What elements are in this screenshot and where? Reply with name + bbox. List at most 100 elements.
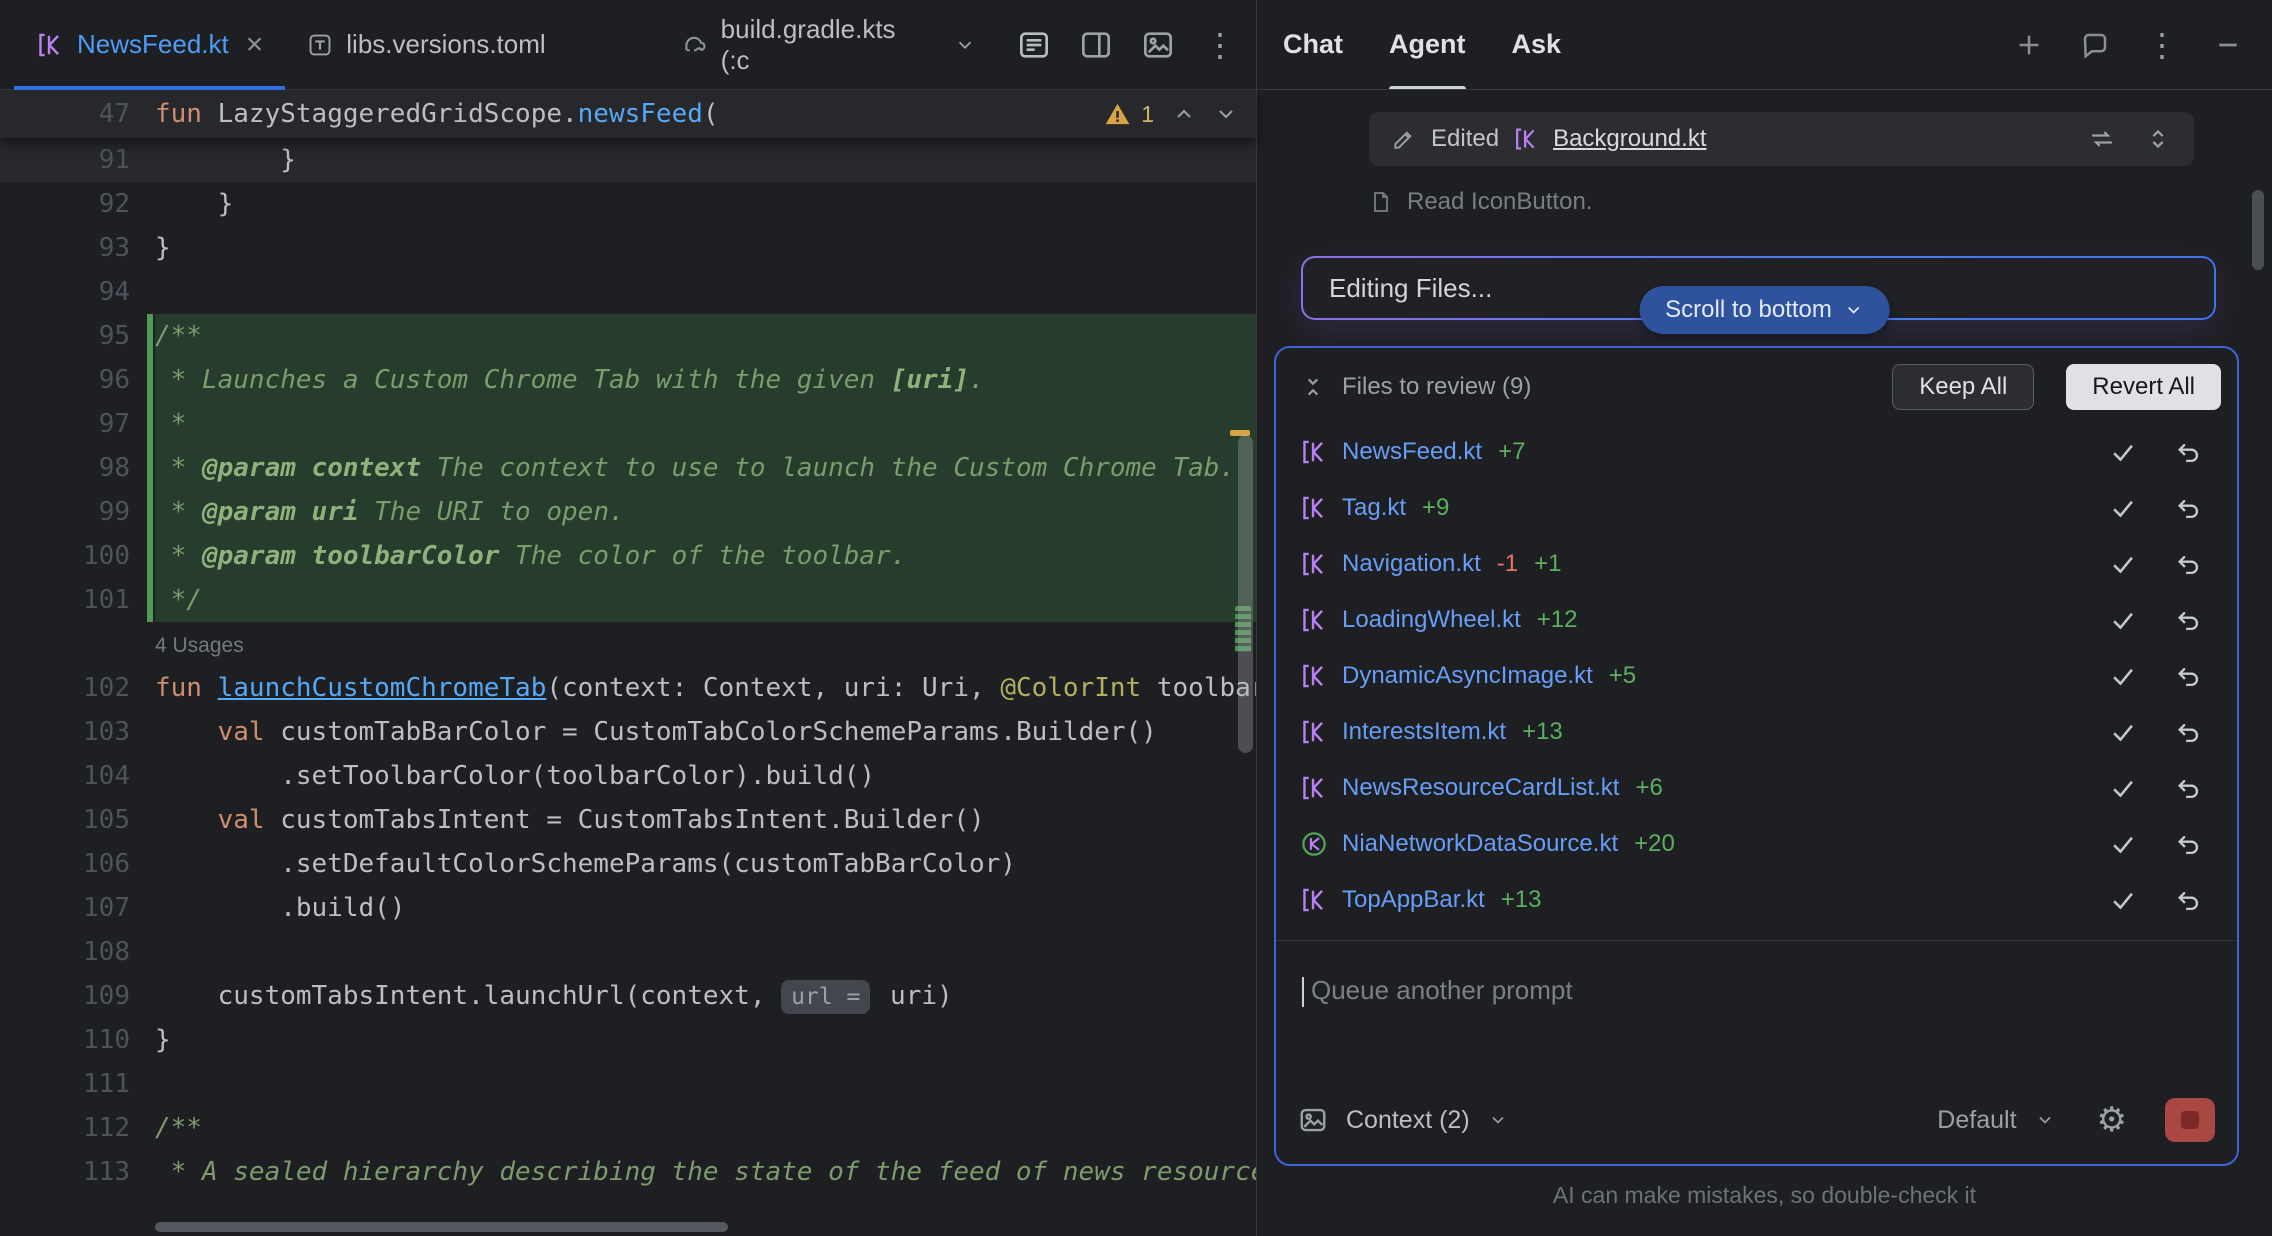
next-warning-chevron-down-icon[interactable] [1214, 102, 1238, 126]
keep-all-button[interactable]: Keep All [1892, 364, 2034, 410]
code-line[interactable]: 93} [0, 226, 1256, 270]
split-editor-icon[interactable] [1080, 29, 1112, 61]
gear-icon[interactable]: ⚙ [2097, 1103, 2127, 1137]
accept-file-check-icon[interactable] [2109, 606, 2137, 634]
code-line[interactable]: 111 [0, 1062, 1256, 1106]
code-line[interactable]: 96 * Launches a Custom Chrome Tab with t… [0, 358, 1256, 402]
file-review-row[interactable]: Navigation.kt-1+1 [1276, 536, 2237, 592]
chevron-down-icon[interactable] [954, 34, 976, 56]
code-line[interactable]: 113 * A sealed hierarchy describing the … [0, 1150, 1256, 1194]
tab-newsfeed[interactable]: NewsFeed.kt × [14, 0, 285, 89]
code-line[interactable]: 112/** [0, 1106, 1256, 1150]
code-line[interactable]: 101 */ [0, 578, 1256, 622]
file-review-row[interactable]: TopAppBar.kt+13 [1276, 872, 2237, 928]
code-line[interactable]: 106 .setDefaultColorSchemeParams(customT… [0, 842, 1256, 886]
hide-panel-icon[interactable] [2214, 31, 2242, 59]
file-name-link[interactable]: NewsFeed.kt [1342, 438, 1482, 466]
accept-file-check-icon[interactable] [2109, 886, 2137, 914]
editor-vertical-scrollbar[interactable] [1238, 435, 1253, 753]
accept-file-check-icon[interactable] [2109, 718, 2137, 746]
tab-libs-versions[interactable]: libs.versions.toml [285, 0, 567, 89]
revert-all-button[interactable]: Revert All [2066, 364, 2221, 410]
revert-file-undo-icon[interactable] [2175, 774, 2203, 802]
chat-history-icon[interactable] [2080, 30, 2110, 60]
file-name-link[interactable]: Tag.kt [1342, 494, 1406, 522]
code-line[interactable]: 92 } [0, 182, 1256, 226]
revert-file-undo-icon[interactable] [2175, 606, 2203, 634]
accept-file-check-icon[interactable] [2109, 494, 2137, 522]
file-name-link[interactable]: Navigation.kt [1342, 550, 1481, 578]
tab-ask[interactable]: Ask [1512, 0, 1562, 89]
file-review-row[interactable]: InterestsItem.kt+13 [1276, 704, 2237, 760]
revert-file-undo-icon[interactable] [2175, 550, 2203, 578]
file-name-link[interactable]: InterestsItem.kt [1342, 718, 1506, 746]
file-review-row[interactable]: NewsResourceCardList.kt+6 [1276, 760, 2237, 816]
file-name-link[interactable]: LoadingWheel.kt [1342, 606, 1521, 634]
tab-agent[interactable]: Agent [1389, 0, 1466, 89]
chevron-down-icon[interactable] [2035, 1110, 2055, 1130]
code-line[interactable]: 109 customTabsIntent.launchUrl(context, … [0, 974, 1256, 1018]
code-line[interactable]: 97 * [0, 402, 1256, 446]
scroll-to-bottom-button[interactable]: Scroll to bottom [1639, 286, 1890, 334]
revert-file-undo-icon[interactable] [2175, 718, 2203, 746]
file-review-row[interactable]: Tag.kt+9 [1276, 480, 2237, 536]
model-selector[interactable]: Default [1937, 1106, 2016, 1135]
code-line[interactable]: 94 [0, 270, 1256, 314]
collapse-icon[interactable] [1300, 374, 1326, 400]
chevron-down-icon[interactable] [1488, 1110, 1508, 1130]
code-line[interactable]: 108 [0, 930, 1256, 974]
revert-file-undo-icon[interactable] [2175, 830, 2203, 858]
code-line[interactable]: 91 } [0, 138, 1256, 182]
preview-image-icon[interactable] [1142, 29, 1174, 61]
file-review-row[interactable]: LoadingWheel.kt+12 [1276, 592, 2237, 648]
attach-image-icon[interactable] [1298, 1105, 1328, 1135]
accept-file-check-icon[interactable] [2109, 550, 2137, 578]
file-review-row[interactable]: NiaNetworkDataSource.kt+20 [1276, 816, 2237, 872]
close-icon[interactable]: × [246, 30, 264, 60]
code-line[interactable]: 95/** [0, 314, 1256, 358]
file-review-row[interactable]: DynamicAsyncImage.kt+5 [1276, 648, 2237, 704]
expand-collapse-icon[interactable] [2144, 125, 2172, 153]
accept-file-check-icon[interactable] [2109, 830, 2137, 858]
revert-file-undo-icon[interactable] [2175, 886, 2203, 914]
show-diff-icon[interactable] [2088, 125, 2116, 153]
edited-file-link[interactable]: Background.kt [1553, 125, 1706, 153]
code-line[interactable]: 107 .build() [0, 886, 1256, 930]
context-selector[interactable]: Context (2) [1346, 1106, 1470, 1135]
code-line[interactable]: 102fun launchCustomChromeTab(context: Co… [0, 666, 1256, 710]
accept-file-check-icon[interactable] [2109, 662, 2137, 690]
stop-button[interactable] [2165, 1098, 2215, 1142]
structure-list-icon[interactable] [1018, 29, 1050, 61]
editor-horizontal-scrollbar[interactable] [155, 1222, 728, 1232]
edited-file-card[interactable]: Edited Background.kt [1369, 112, 2194, 166]
file-name-link[interactable]: NewsResourceCardList.kt [1342, 774, 1619, 802]
revert-file-undo-icon[interactable] [2175, 662, 2203, 690]
code-line[interactable]: 105 val customTabsIntent = CustomTabsInt… [0, 798, 1256, 842]
revert-file-undo-icon[interactable] [2175, 494, 2203, 522]
warning-icon[interactable] [1104, 101, 1131, 128]
file-review-row[interactable]: NewsFeed.kt+7 [1276, 424, 2237, 480]
accept-file-check-icon[interactable] [2109, 438, 2137, 466]
tab-chat[interactable]: Chat [1283, 0, 1343, 89]
prev-warning-chevron-up-icon[interactable] [1172, 102, 1196, 126]
chat-more-options-icon[interactable]: ⋮ [2146, 29, 2178, 61]
file-name-link[interactable]: NiaNetworkDataSource.kt [1342, 830, 1618, 858]
revert-file-undo-icon[interactable] [2175, 438, 2203, 466]
accept-file-check-icon[interactable] [2109, 774, 2137, 802]
code-line[interactable]: 103 val customTabBarColor = CustomTabCol… [0, 710, 1256, 754]
more-options-icon[interactable]: ⋮ [1204, 29, 1236, 61]
sticky-code-header[interactable]: 47 fun LazyStaggeredGridScope.newsFeed( … [0, 90, 1256, 138]
file-name-link[interactable]: TopAppBar.kt [1342, 886, 1485, 914]
chat-vertical-scrollbar[interactable] [2252, 190, 2264, 270]
prompt-input[interactable]: Queue another prompt [1276, 940, 2237, 1098]
file-name-link[interactable]: DynamicAsyncImage.kt [1342, 662, 1593, 690]
code-line[interactable]: 104 .setToolbarColor(toolbarColor).build… [0, 754, 1256, 798]
read-file-row[interactable]: Read IconButton. [1369, 186, 2194, 218]
code-line[interactable]: 99 * @param uri The URI to open. [0, 490, 1256, 534]
code-line[interactable]: 100 * @param toolbarColor The color of t… [0, 534, 1256, 578]
new-chat-plus-icon[interactable] [2014, 30, 2044, 60]
code-editor[interactable]: 91 }92 }93}9495/**96 * Launches a Custom… [0, 138, 1256, 1236]
usages-inlay-row[interactable]: 4 Usages [0, 622, 1256, 666]
code-line[interactable]: 110} [0, 1018, 1256, 1062]
code-line[interactable]: 98 * @param context The context to use t… [0, 446, 1256, 490]
